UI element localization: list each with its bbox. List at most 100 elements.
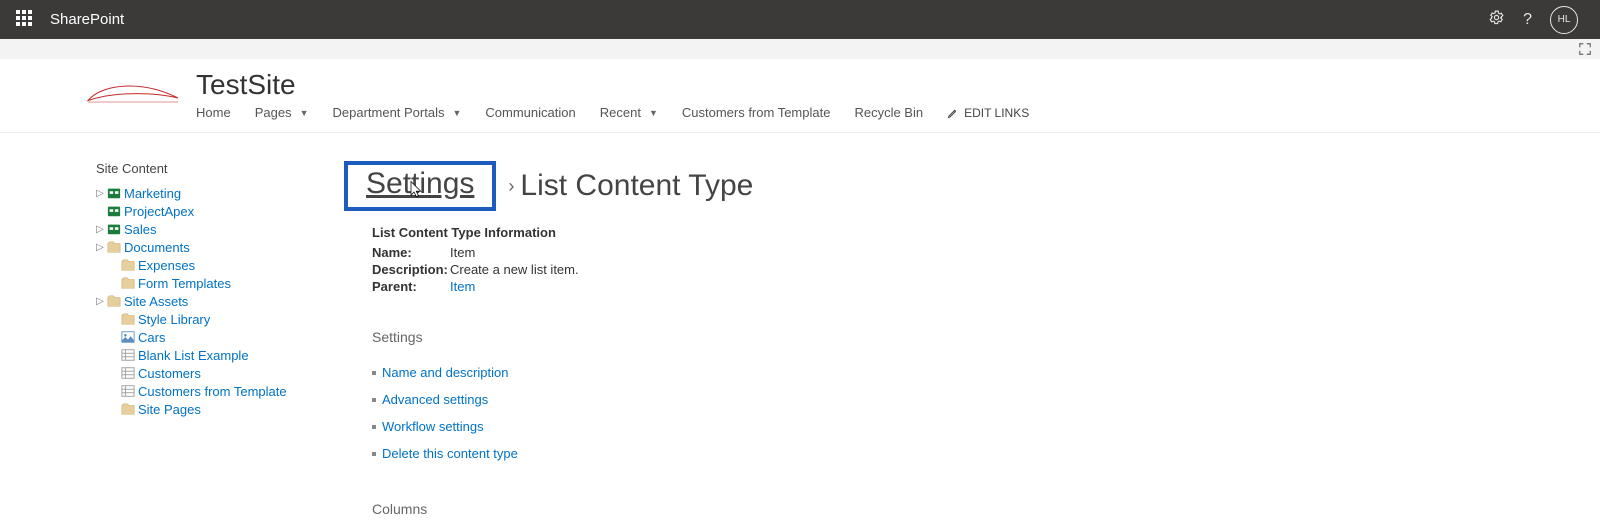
- nav-dept-label: Department Portals: [332, 105, 444, 120]
- tree-item: Cars: [96, 328, 340, 346]
- left-nav: Site Content ▷MarketingProjectApex▷Sales…: [0, 161, 340, 531]
- breadcrumb: Settings › List Content Type: [344, 161, 1600, 211]
- tree-item-link[interactable]: Sales: [124, 222, 157, 237]
- tree-item-link[interactable]: Site Assets: [124, 294, 188, 309]
- avatar[interactable]: HL: [1550, 6, 1578, 34]
- nav-pages-label: Pages: [255, 105, 292, 120]
- tree-item: Blank List Example: [96, 346, 340, 364]
- app-launcher-icon[interactable]: [16, 10, 36, 30]
- content-type-info: List Content Type Information Name: Item…: [344, 225, 1600, 517]
- expand-icon[interactable]: ▷: [96, 224, 104, 235]
- lib-icon: [121, 258, 135, 272]
- list-item: Name and description: [372, 359, 1600, 386]
- info-row-parent: Parent: Item: [372, 278, 1600, 295]
- tree-item-link[interactable]: ProjectApex: [124, 204, 194, 219]
- list-item: Delete this content type: [372, 440, 1600, 467]
- bullet-icon: [372, 425, 376, 429]
- ribbon-strip: [0, 39, 1600, 59]
- nav-customers-template[interactable]: Customers from Template: [682, 105, 831, 120]
- focus-mode-icon[interactable]: [1578, 42, 1592, 61]
- expand-icon[interactable]: ▷: [96, 242, 104, 253]
- site-title[interactable]: TestSite: [196, 71, 1029, 99]
- nav-home[interactable]: Home: [196, 105, 231, 120]
- nav-recent-label: Recent: [600, 105, 641, 120]
- lib-icon: [121, 312, 135, 326]
- help-icon[interactable]: ?: [1523, 11, 1532, 29]
- tree-item-link[interactable]: Blank List Example: [138, 348, 249, 363]
- chevron-right-icon: ›: [508, 176, 514, 197]
- workflow-settings-link[interactable]: Workflow settings: [382, 419, 484, 434]
- suite-bar: SharePoint ? HL: [0, 0, 1600, 39]
- nav-communication[interactable]: Communication: [485, 105, 575, 120]
- list-item: Workflow settings: [372, 413, 1600, 440]
- edit-links-button[interactable]: EDIT LINKS: [947, 106, 1029, 120]
- tree-item-link[interactable]: Cars: [138, 330, 165, 345]
- tree-item: Form Templates: [96, 274, 340, 292]
- top-nav: Home Pages▼ Department Portals▼ Communic…: [196, 105, 1029, 120]
- bullet-icon: [372, 452, 376, 456]
- info-name-label: Name:: [372, 245, 444, 260]
- site-logo[interactable]: [78, 69, 188, 117]
- info-name-value: Item: [450, 245, 475, 260]
- chevron-down-icon: ▼: [649, 108, 658, 118]
- info-parent-label: Parent:: [372, 279, 444, 294]
- site-meta: TestSite Home Pages▼ Department Portals▼…: [196, 69, 1029, 120]
- settings-section-title: Settings: [372, 329, 1600, 345]
- app-name[interactable]: SharePoint: [50, 11, 124, 28]
- list-item: Advanced settings: [372, 386, 1600, 413]
- nav-comm-label: Communication: [485, 105, 575, 120]
- settings-links-list: Name and description Advanced settings W…: [372, 359, 1600, 467]
- page-title: List Content Type: [520, 169, 753, 203]
- site-content-tree: ▷ Marketing ProjectApex ▷ Sales ▷ Documents Exp…: [96, 184, 340, 418]
- bullet-icon: [372, 371, 376, 375]
- tree-item: Customers: [96, 364, 340, 382]
- tree-item: Expenses: [96, 256, 340, 274]
- edit-links-label: EDIT LINKS: [964, 106, 1029, 120]
- delete-content-type-link[interactable]: Delete this content type: [382, 446, 518, 461]
- tree-item: Site Pages: [96, 400, 340, 418]
- tree-item-link[interactable]: Form Templates: [138, 276, 231, 291]
- content-area: Site Content ▷MarketingProjectApex▷Sales…: [0, 133, 1600, 531]
- piclib-icon: [121, 330, 135, 344]
- pencil-icon: [947, 107, 959, 119]
- bullet-icon: [372, 398, 376, 402]
- lib-icon: [121, 402, 135, 416]
- tree-item-link[interactable]: Site Pages: [138, 402, 201, 417]
- nav-home-label: Home: [196, 105, 231, 120]
- tree-item-link[interactable]: Customers: [138, 366, 201, 381]
- tree-item-link[interactable]: Customers from Template: [138, 384, 287, 399]
- chevron-down-icon: ▼: [452, 108, 461, 118]
- tree-item-link[interactable]: Style Library: [138, 312, 210, 327]
- name-description-link[interactable]: Name and description: [382, 365, 508, 380]
- info-parent-link[interactable]: Item: [450, 279, 475, 294]
- settings-link[interactable]: Settings: [366, 167, 474, 200]
- nav-recent[interactable]: Recent ▼: [600, 105, 658, 120]
- lib-icon: [107, 294, 121, 308]
- settings-crumb-highlighted: Settings: [344, 161, 496, 211]
- subsite-icon: [107, 204, 121, 218]
- tree-item-link[interactable]: Documents: [124, 240, 190, 255]
- tree-item: Customers from Template: [96, 382, 340, 400]
- tree-item: ▷ Sales: [96, 220, 340, 238]
- info-heading: List Content Type Information: [372, 225, 1600, 240]
- expand-icon[interactable]: ▷: [96, 296, 104, 307]
- lib-icon: [121, 276, 135, 290]
- list-icon: [121, 366, 135, 380]
- list-icon: [121, 348, 135, 362]
- info-desc-label: Description:: [372, 262, 444, 277]
- nav-pages[interactable]: Pages▼: [255, 105, 309, 120]
- columns-section-title: Columns: [372, 501, 1600, 517]
- expand-icon[interactable]: ▷: [96, 188, 104, 199]
- tree-item: ▷ Site Assets: [96, 292, 340, 310]
- main-panel: Settings › List Content Type List Conten…: [340, 161, 1600, 531]
- tree-item-link[interactable]: Marketing: [124, 186, 181, 201]
- gear-icon[interactable]: [1488, 9, 1505, 31]
- info-row-name: Name: Item: [372, 244, 1600, 261]
- advanced-settings-link[interactable]: Advanced settings: [382, 392, 488, 407]
- nav-dept-portals[interactable]: Department Portals ▼: [332, 105, 461, 120]
- lib-icon: [107, 240, 121, 254]
- tree-item-link[interactable]: Expenses: [138, 258, 195, 273]
- site-header: TestSite Home Pages▼ Department Portals▼…: [0, 59, 1600, 133]
- nav-recycle-bin[interactable]: Recycle Bin: [854, 105, 923, 120]
- nav-recycle-label: Recycle Bin: [854, 105, 923, 120]
